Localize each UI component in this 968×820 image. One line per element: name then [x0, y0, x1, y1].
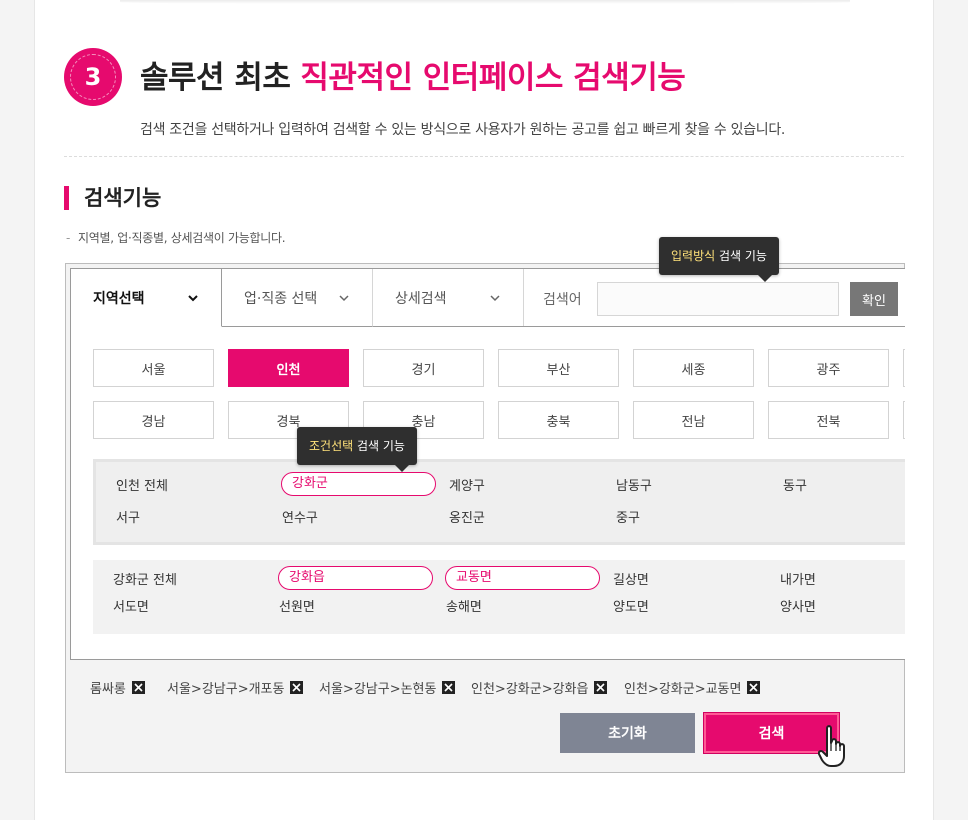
subdistrict-panel: 강화군 전체 강화읍 교동면 길상면 내가면서도면 선원면 송해면 양도면 양사면 — [93, 560, 905, 634]
region-button[interactable]: 충북 — [498, 401, 619, 439]
pointer-hand-icon — [818, 725, 845, 767]
close-icon[interactable] — [131, 681, 145, 694]
region-button[interactable]: 전북 — [768, 401, 889, 439]
search-label: 검색어 — [543, 292, 582, 308]
step-number: 3 — [84, 63, 102, 91]
district-option[interactable]: 중구 — [616, 507, 640, 526]
confirm-button[interactable]: 확인 — [850, 282, 898, 316]
subdistrict-option[interactable]: 길상면 — [613, 569, 649, 588]
region-button[interactable]: 인천 — [228, 349, 349, 387]
tooltip-input-text: 검색 기능 — [715, 249, 767, 263]
region-button-partial[interactable] — [903, 401, 905, 439]
chevron-down-icon — [489, 292, 501, 304]
reset-button[interactable]: 초기화 — [560, 713, 695, 753]
tooltip-input-highlight: 입력방식 — [671, 249, 716, 263]
section-subtitle-text: 지역별, 업·직종별, 상세검색이 가능합니다. — [78, 231, 286, 245]
close-icon[interactable] — [442, 681, 456, 694]
district-option[interactable]: 동구 — [783, 475, 807, 494]
step-badge: 3 — [64, 48, 122, 106]
subdistrict-option[interactable]: 송해면 — [446, 596, 482, 615]
subdistrict-option[interactable]: 서도면 — [113, 596, 149, 615]
district-option[interactable]: 남동구 — [616, 475, 652, 494]
title-dark: 솔루션 최초 — [140, 60, 291, 96]
selected-chip: 롬싸롱 — [90, 678, 145, 697]
selected-chip: 서울>강남구>논현동 — [319, 678, 456, 697]
selected-chip: 인천>강화군>강화읍 — [471, 678, 608, 697]
region-button[interactable]: 서울 — [93, 349, 214, 387]
district-all-option[interactable]: 인천 전체 — [116, 475, 168, 494]
tab-detail[interactable]: 상세검색 — [373, 269, 524, 327]
chip-label: 롬싸롱 — [90, 682, 126, 697]
page-description: 검색 조건을 선택하거나 입력하여 검색할 수 있는 방식으로 사용자가 원하는… — [140, 122, 786, 138]
selected-chip: 서울>강남구>개포동 — [167, 678, 304, 697]
subdistrict-option[interactable]: 교동면 — [445, 566, 600, 590]
search-input[interactable] — [597, 282, 839, 316]
chip-label: 서울>강남구>논현동 — [319, 682, 437, 697]
tab-region[interactable]: 지역선택 — [71, 269, 222, 327]
chevron-down-icon — [338, 292, 350, 304]
tab-industry-label: 업·직종 선택 — [244, 290, 318, 307]
region-button[interactable]: 세종 — [633, 349, 754, 387]
top-shadow — [120, 0, 850, 4]
tooltip-condition-select: 조건선택 검색 기능 — [297, 427, 417, 472]
region-button-partial[interactable] — [903, 349, 905, 387]
subdistrict-option[interactable]: 선원면 — [279, 596, 315, 615]
close-icon[interactable] — [594, 681, 608, 694]
region-button[interactable]: 부산 — [498, 349, 619, 387]
district-panel: 인천 전체 강화군 계양구 남동구 동구서구 연수구 옹진군 중구 — [93, 459, 905, 545]
tooltip-input-method: 입력방식 검색 기능 — [659, 237, 779, 282]
district-option[interactable]: 서구 — [116, 507, 140, 526]
page-title: 솔루션 최초 직관적인 인터페이스 검색기능 — [140, 52, 686, 97]
district-option[interactable]: 연수구 — [282, 507, 318, 526]
subdistrict-all-option[interactable]: 강화군 전체 — [113, 569, 177, 588]
subdistrict-option[interactable]: 양도면 — [613, 596, 649, 615]
search-widget: 지역선택 업·직종 선택 상세검색 검색어 확인 서울 인천 경기 부산 세종 광주 경남 경… — [70, 268, 905, 660]
selected-chips: 롬싸롱 서울>강남구>개포동 서울>강남구>논현동 인천>강화군>강화읍 인천>강화군>… — [90, 678, 870, 697]
tooltip-select-highlight: 조건선택 — [309, 439, 354, 453]
tab-industry[interactable]: 업·직종 선택 — [222, 269, 373, 327]
tab-bar: 지역선택 업·직종 선택 상세검색 검색어 확인 — [71, 269, 905, 329]
close-icon[interactable] — [747, 681, 761, 694]
district-option[interactable]: 강화군 — [281, 472, 436, 496]
selected-chip: 인천>강화군>교동면 — [624, 678, 761, 697]
dash-bullet: - — [66, 231, 71, 245]
chevron-down-icon — [187, 292, 199, 304]
subdistrict-option[interactable]: 양사면 — [780, 596, 816, 615]
chip-label: 인천>강화군>교동면 — [624, 682, 742, 697]
district-option[interactable]: 옹진군 — [449, 507, 485, 526]
title-accent: 직관적인 인터페이스 검색기능 — [300, 60, 686, 96]
section-subtitle: - 지역별, 업·직종별, 상세검색이 가능합니다. — [66, 229, 286, 246]
region-button[interactable]: 전남 — [633, 401, 754, 439]
chip-label: 인천>강화군>강화읍 — [471, 682, 589, 697]
section-title: 검색기능 — [64, 184, 161, 212]
region-button[interactable]: 경남 — [93, 401, 214, 439]
chip-label: 서울>강남구>개포동 — [167, 682, 285, 697]
tab-detail-label: 상세검색 — [395, 290, 447, 307]
subdistrict-option[interactable]: 강화읍 — [278, 566, 433, 590]
dashed-divider — [64, 156, 904, 157]
region-button[interactable]: 경기 — [363, 349, 484, 387]
subdistrict-option[interactable]: 내가면 — [780, 569, 816, 588]
close-icon[interactable] — [290, 681, 304, 694]
region-button[interactable]: 광주 — [768, 349, 889, 387]
keyword-search-area: 검색어 확인 — [523, 269, 905, 327]
tab-region-label: 지역선택 — [93, 290, 145, 307]
tooltip-select-text: 검색 기능 — [353, 439, 405, 453]
district-option[interactable]: 계양구 — [449, 475, 485, 494]
